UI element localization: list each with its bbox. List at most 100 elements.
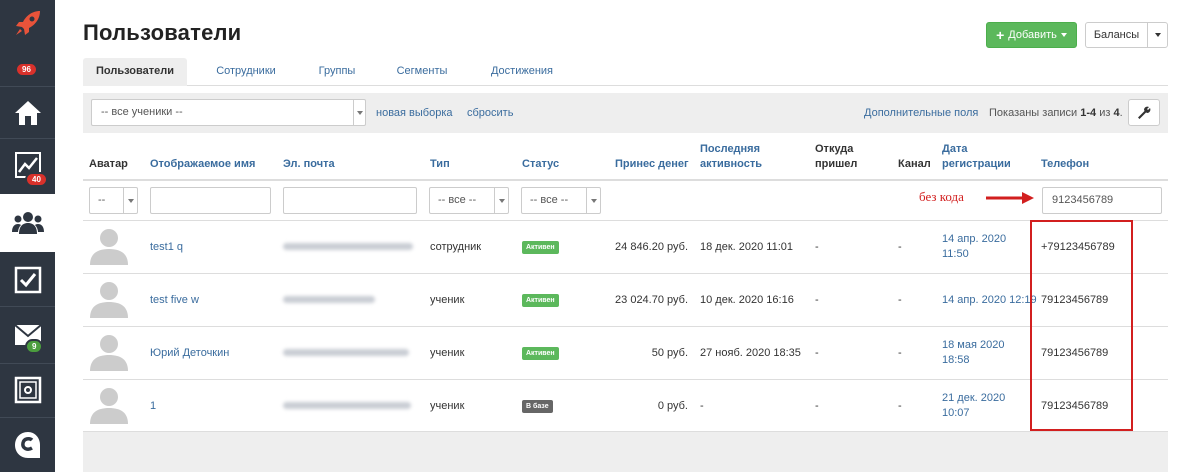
avatar-filter-value: -- [98,194,106,206]
column-header-revenue[interactable]: Принес денег [615,157,689,172]
logo-rocket-icon[interactable] [0,0,55,46]
revenue-value: 0 руб. [657,400,688,412]
home-icon [14,100,41,125]
records-info: Показаны записи 1-4 из 4. [989,107,1123,119]
tab-achievements[interactable]: Достижения [476,58,568,86]
row-divider [83,220,1168,221]
user-type: ученик [430,400,465,412]
statistics-badge: 40 [25,172,48,187]
row-divider [83,379,1168,380]
support-chat-icon [14,432,40,458]
column-header-avatar: Аватар [89,158,128,170]
sidebar: 96 40 9 [0,0,55,472]
student-selection-value: -- все ученики -- [101,106,183,118]
wrench-icon [1138,106,1151,119]
user-name-link[interactable]: test five w [150,293,199,308]
column-header-reg-date[interactable]: Дата регистрации [942,142,1011,172]
revenue-value: 24 846.20 руб. [615,241,688,253]
type-filter-select[interactable]: -- все -- [429,187,509,214]
email-redacted [283,243,413,250]
tab-employees[interactable]: Сотрудники [201,58,291,86]
row-divider [83,273,1168,274]
source-value: - [815,347,819,359]
users-icon [11,212,44,234]
column-header-phone[interactable]: Телефон [1041,157,1089,172]
tab-bar: Пользователи Сотрудники Группы Сегменты … [83,58,1168,86]
sidebar-item-tasks[interactable] [0,254,55,305]
source-value: - [815,241,819,253]
tab-users[interactable]: Пользователи [83,58,187,86]
sidebar-item-users[interactable] [0,194,55,252]
header-divider [83,179,1168,181]
type-filter-value: -- все -- [438,194,477,206]
messages-badge: 9 [25,339,44,354]
email-redacted [283,296,375,303]
status-badge: В базе [522,400,553,413]
sidebar-item-safe[interactable] [0,364,55,416]
page-title: Пользователи [83,20,242,45]
chevron-down-icon [353,100,365,125]
chevron-down-icon [494,188,508,213]
safe-icon [14,376,41,404]
phone-filter-input[interactable]: 9123456789 [1042,187,1162,214]
status-filter-value: -- все -- [530,194,569,206]
annotation-highlight-box [1030,220,1133,431]
column-header-status[interactable]: Статус [522,157,559,172]
chevron-down-icon [1060,33,1067,37]
channel-value: - [898,294,902,306]
balances-button[interactable]: Балансы [1085,22,1148,48]
settings-button[interactable] [1128,99,1160,126]
balances-dropdown-button[interactable] [1147,22,1168,48]
reg-date-link[interactable]: 14 апр. 2020 12:19 [942,293,1037,308]
email-redacted [283,402,411,409]
source-value: - [815,294,819,306]
status-badge: Активен [522,241,559,254]
user-type: сотрудник [430,241,482,253]
channel-value: - [898,400,902,412]
tab-segments[interactable]: Сегменты [383,58,461,86]
user-name-link[interactable]: test1 q [150,240,183,255]
channel-value: - [898,347,902,359]
reset-link[interactable]: сбросить [467,107,513,119]
tab-groups[interactable]: Группы [305,58,369,86]
status-filter-select[interactable]: -- все -- [521,187,601,214]
new-selection-link[interactable]: новая выборка [376,107,453,119]
email-filter-input[interactable] [283,187,417,214]
sidebar-item-home[interactable] [0,87,55,138]
user-type: ученик [430,294,465,306]
column-header-email[interactable]: Эл. почта [283,157,335,172]
last-activity-value: - [700,400,704,412]
sidebar-item-support[interactable] [0,418,55,472]
reg-date-link[interactable]: 14 апр. 2020 11:50 [942,232,1006,262]
user-name-link[interactable]: 1 [150,399,156,414]
revenue-value: 50 руб. [651,347,688,359]
student-selection-select[interactable]: -- все ученики -- [91,99,366,126]
filter-bar: -- все ученики -- новая выборка сбросить… [83,93,1168,133]
reg-date-link[interactable]: 21 дек. 2020 10:07 [942,391,1005,421]
annotation-arrow-icon [986,192,1034,204]
sidebar-item-messages[interactable] [0,307,55,362]
column-header-type[interactable]: Тип [430,157,450,172]
table-footer-area [83,432,1168,472]
column-header-name[interactable]: Отображаемое имя [150,157,255,172]
extra-fields-link[interactable]: Дополнительные поля [864,107,978,119]
user-name-link[interactable]: Юрий Деточкин [150,346,229,361]
revenue-value: 23 024.70 руб. [615,294,688,306]
source-value: - [815,400,819,412]
reg-date-link[interactable]: 18 мая 2020 18:58 [942,338,1004,368]
row-divider [83,326,1168,327]
notifications-badge[interactable]: 96 [15,62,38,77]
checkbox-icon [14,266,41,293]
column-header-last-activity[interactable]: Последняя активность [700,142,762,172]
channel-value: - [898,241,902,253]
add-button-label: Добавить [1008,29,1057,41]
avatar [90,282,128,318]
add-button[interactable]: + Добавить [986,22,1077,48]
chevron-down-icon [1154,33,1161,37]
avatar-filter-select[interactable]: -- [89,187,138,214]
last-activity-value: 18 дек. 2020 11:01 [700,241,793,253]
last-activity-value: 10 дек. 2020 16:16 [700,294,794,306]
avatar [90,335,128,371]
name-filter-input[interactable] [150,187,271,214]
annotation-label: без кода [919,189,964,204]
